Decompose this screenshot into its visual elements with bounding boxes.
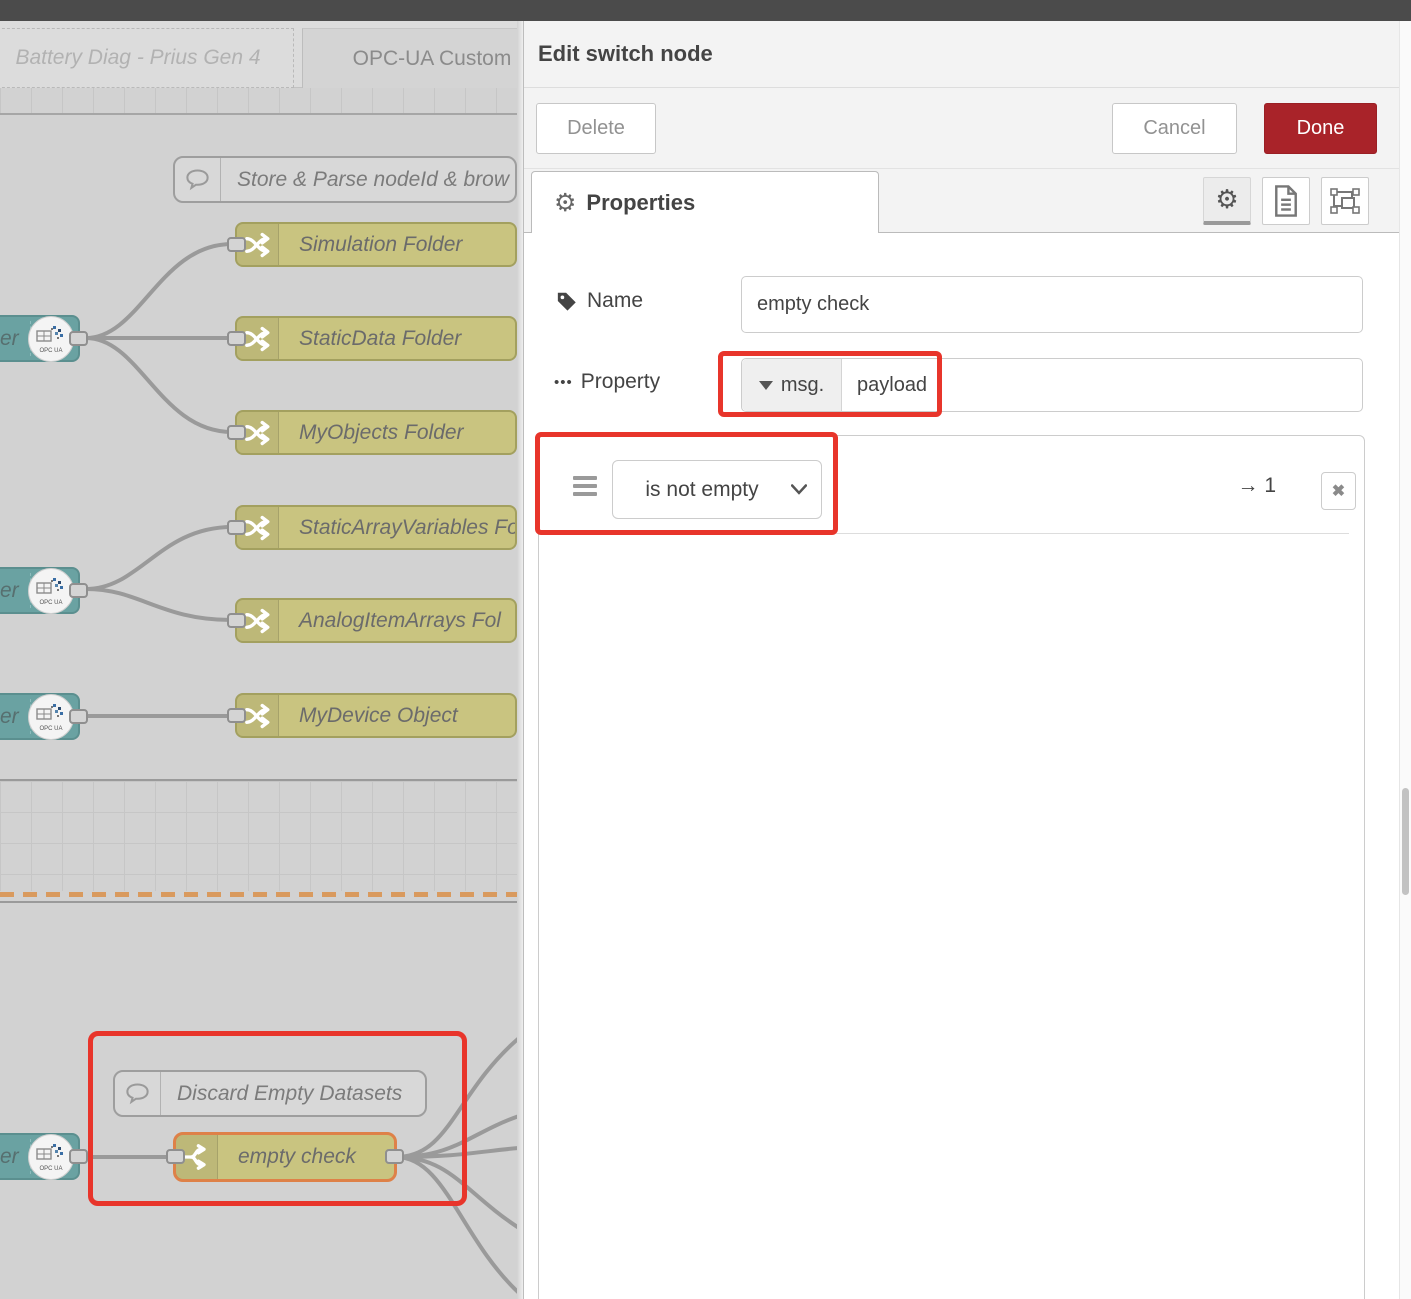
- tab-opcua-custom[interactable]: OPC-UA Custom: [302, 28, 517, 88]
- annotation-box-rule: [535, 432, 838, 535]
- node-input-port[interactable]: [227, 520, 246, 535]
- node-label-partial: er: [0, 579, 19, 603]
- node-input-port[interactable]: [227, 425, 246, 440]
- name-label-text: Name: [587, 289, 643, 313]
- svg-text:OPC UA: OPC UA: [39, 726, 62, 732]
- opcua-logo-icon: OPC UA: [28, 568, 74, 614]
- node-input-port[interactable]: [227, 613, 246, 628]
- tab-properties[interactable]: ⚙ Properties: [531, 171, 879, 234]
- node-label: StaticData Folder: [279, 327, 515, 351]
- node-opcua-browser-3[interactable]: er OPC UA: [0, 693, 80, 740]
- screen: Battery Diag - Prius Gen 4 OPC-UA Custom: [0, 0, 1411, 1299]
- description-view-button[interactable]: [1262, 177, 1310, 225]
- rule-remove-button[interactable]: ✖: [1321, 472, 1356, 510]
- node-input-port[interactable]: [227, 708, 246, 723]
- svg-text:OPC UA: OPC UA: [39, 348, 62, 354]
- node-opcua-browser-4[interactable]: er OPC UA: [0, 1133, 80, 1180]
- appearance-icon: [1329, 185, 1361, 217]
- node-staticarrayvariables-folder[interactable]: StaticArrayVariables Fo: [235, 505, 517, 550]
- flow-tabbar: Battery Diag - Prius Gen 4 OPC-UA Custom: [0, 21, 517, 88]
- node-output-port[interactable]: [69, 331, 88, 346]
- dialog-title: Edit switch node: [538, 41, 713, 67]
- node-label-partial: er: [0, 705, 19, 729]
- comment-bubble-icon: [175, 158, 221, 201]
- name-input-value: empty check: [742, 293, 869, 316]
- node-input-port[interactable]: [227, 331, 246, 346]
- flow-workspace[interactable]: Store & Parse nodeId & brow Simulation F…: [0, 88, 517, 1299]
- opcua-logo-icon: OPC UA: [28, 1134, 74, 1180]
- dialog-scrollbar[interactable]: [1399, 21, 1411, 1299]
- delete-button[interactable]: Delete: [536, 103, 656, 154]
- edit-switch-node-dialog: Edit switch node Delete Cancel Done ⚙ Pr…: [523, 21, 1411, 1299]
- gear-icon: ⚙: [1215, 184, 1238, 215]
- comment-label: Store & Parse nodeId & brow: [221, 168, 515, 192]
- properties-view-button[interactable]: ⚙: [1203, 177, 1251, 225]
- node-opcua-browser-2[interactable]: er OPC UA: [0, 567, 80, 614]
- node-output-port[interactable]: [69, 709, 88, 724]
- node-output-port[interactable]: [69, 583, 88, 598]
- switch-rules-container: is not empty → 1 ✖: [538, 435, 1365, 1299]
- node-label: AnalogItemArrays Fol: [279, 609, 515, 633]
- svg-text:OPC UA: OPC UA: [39, 1166, 62, 1172]
- node-simulation-folder[interactable]: Simulation Folder: [235, 222, 517, 267]
- annotation-box-property: [718, 351, 942, 417]
- appearance-view-button[interactable]: [1321, 177, 1369, 225]
- app-header-bar: [0, 0, 1411, 21]
- tab-battery-diag[interactable]: Battery Diag - Prius Gen 4: [0, 28, 294, 88]
- document-icon: [1271, 184, 1301, 218]
- dialog-button-bar: Delete Cancel Done: [524, 88, 1411, 169]
- gear-icon: ⚙: [554, 188, 576, 218]
- tab-battery-diag-label: Battery Diag - Prius Gen 4: [15, 46, 260, 70]
- node-opcua-browser-1[interactable]: er OPC UA: [0, 315, 80, 362]
- tag-icon: [556, 290, 578, 312]
- node-staticdata-folder[interactable]: StaticData Folder: [235, 316, 517, 361]
- node-label: MyObjects Folder: [279, 421, 515, 445]
- cancel-button[interactable]: Cancel: [1112, 103, 1237, 154]
- tab-opcua-custom-label: OPC-UA Custom: [353, 47, 512, 71]
- opcua-logo-icon: OPC UA: [28, 316, 74, 362]
- ellipsis-icon: •••: [554, 374, 573, 391]
- node-output-port[interactable]: [69, 1149, 88, 1164]
- node-analogitemarrays-folder[interactable]: AnalogItemArrays Fol: [235, 598, 517, 643]
- done-button[interactable]: Done: [1264, 103, 1377, 154]
- node-label-partial: er: [0, 1145, 19, 1169]
- dialog-header: Edit switch node: [524, 21, 1411, 88]
- node-myobjects-folder[interactable]: MyObjects Folder: [235, 410, 517, 455]
- tab-properties-label: Properties: [586, 190, 695, 216]
- node-label-partial: er: [0, 327, 19, 351]
- node-label: MyDevice Object: [279, 704, 515, 728]
- svg-text:OPC UA: OPC UA: [39, 600, 62, 606]
- node-label: Simulation Folder: [279, 233, 515, 257]
- node-input-port[interactable]: [227, 237, 246, 252]
- dialog-body: Name empty check ••• Property msg. paylo…: [524, 233, 1411, 1299]
- rule-output-label: → 1: [1237, 474, 1276, 498]
- name-field-label: Name: [556, 289, 643, 313]
- dialog-tab-row: ⚙ Properties ⚙: [524, 169, 1411, 233]
- property-field-label: ••• Property: [554, 370, 660, 394]
- annotation-box-discard-group: [88, 1031, 467, 1206]
- property-label-text: Property: [581, 370, 660, 394]
- node-label: StaticArrayVariables Fo: [279, 516, 515, 540]
- scrollbar-thumb[interactable]: [1402, 788, 1409, 895]
- name-input[interactable]: empty check: [741, 276, 1363, 333]
- node-mydevice-object[interactable]: MyDevice Object: [235, 693, 517, 738]
- opcua-logo-icon: OPC UA: [28, 694, 74, 740]
- flow-editor: Battery Diag - Prius Gen 4 OPC-UA Custom: [0, 21, 517, 1299]
- comment-node-store-parse[interactable]: Store & Parse nodeId & brow: [173, 156, 517, 203]
